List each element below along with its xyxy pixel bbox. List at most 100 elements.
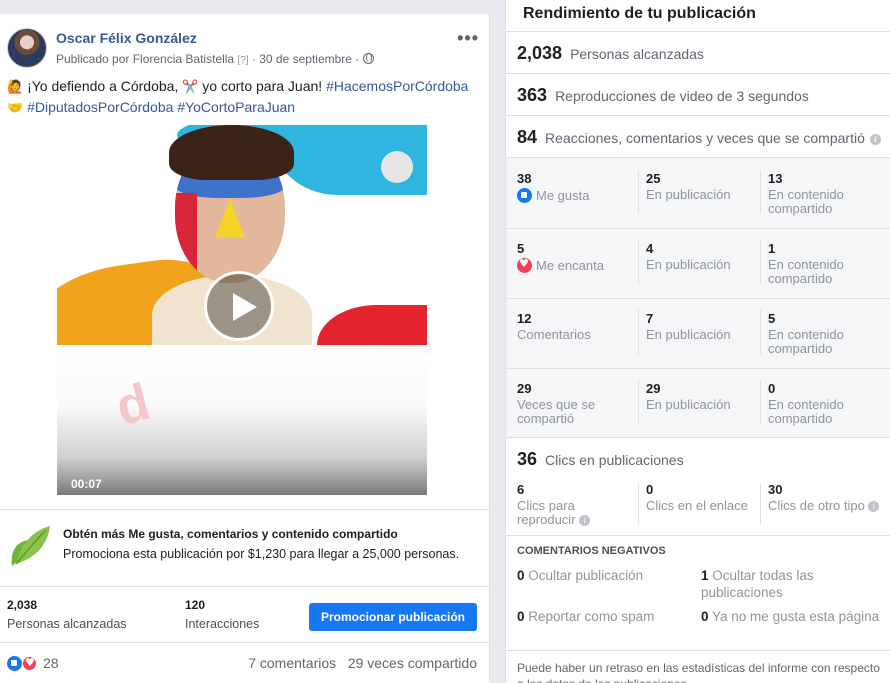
shares-count-link[interactable]: 29 veces compartido <box>348 655 477 671</box>
engagement-metric-label: Reacciones, comentarios y veces que se c… <box>545 130 865 146</box>
engagement-metric: 84 Reacciones, comentarios y veces que s… <box>517 127 881 148</box>
handshake-emoji-icon: 🤝 <box>7 100 24 115</box>
link-clicks: 0 Clics en el enlace <box>646 483 748 513</box>
likes-total: 38 Me gusta <box>517 172 589 203</box>
divider <box>760 170 761 214</box>
loves-on-shares: 1 En contenido compartido <box>768 242 878 286</box>
divider <box>506 368 890 369</box>
likes-shared-value: 13 <box>768 171 783 186</box>
leaf-icon <box>11 526 50 566</box>
likes-label: Me gusta <box>536 188 590 203</box>
reach-metric-label: Personas alcanzadas <box>570 46 704 62</box>
author-avatar[interactable] <box>7 28 47 68</box>
globe-icon <box>362 53 374 64</box>
on-post-label: En publicación <box>646 257 731 272</box>
on-post-label: En publicación <box>646 327 731 342</box>
shares-on-post: 29 En publicación <box>646 382 731 412</box>
post-card: Oscar Félix González Publicado por Flore… <box>0 14 490 683</box>
views-row: 363 Reproducciones de video de 3 segundo… <box>506 73 890 115</box>
report-spam-label: Reportar como spam <box>528 609 655 624</box>
comments-total-value: 12 <box>517 311 532 326</box>
shares-total-value: 29 <box>517 381 532 396</box>
more-options-icon[interactable]: ••• <box>457 28 479 49</box>
person-emoji-icon: 🙋 <box>7 79 24 94</box>
on-shares-label: En contenido compartido <box>768 257 844 286</box>
info-icon[interactable]: i <box>868 501 880 512</box>
help-link[interactable]: [?] <box>237 55 248 66</box>
divider <box>760 310 761 354</box>
on-shares-label: En contenido compartido <box>768 327 844 356</box>
other-clicks: 30 Clics de otro tipo i <box>768 483 886 513</box>
like-icon <box>517 188 532 203</box>
unlike-page-label: Ya no me gusta esta página <box>712 609 880 624</box>
promo-banner: Obtén más Me gusta, comentarios y conten… <box>0 509 489 589</box>
divider <box>638 310 639 354</box>
views-metric-label: Reproducciones de video de 3 segundos <box>555 88 809 104</box>
video-person-hair <box>169 125 294 180</box>
reactions-count[interactable]: 28 <box>43 655 59 671</box>
promote-post-button[interactable]: Promocionar publicación <box>309 603 477 631</box>
on-shares-label: En contenido compartido <box>768 397 844 426</box>
info-icon[interactable]: i <box>579 515 591 526</box>
reach-metric: 2,038 Personas alcanzadas <box>517 43 704 64</box>
reach-label: Personas alcanzadas <box>7 617 127 631</box>
love-reaction-icon[interactable] <box>22 656 37 671</box>
hashtag-link[interactable]: #HacemosPorCórdoba <box>326 78 468 94</box>
link-clicks-value: 0 <box>646 482 654 497</box>
like-reaction-icon[interactable] <box>7 656 22 671</box>
play-clicks-label: Clics para reproducir <box>517 498 576 527</box>
post-header: Oscar Félix González Publicado por Flore… <box>0 14 489 72</box>
divider <box>638 483 639 525</box>
divider <box>506 228 890 229</box>
link-clicks-label: Clics en el enlace <box>646 498 748 513</box>
love-icon <box>517 257 532 273</box>
delay-note: Puede haber un retraso en las estadístic… <box>517 661 880 683</box>
views-metric: 363 Reproducciones de video de 3 segundo… <box>517 85 809 106</box>
comments-on-post: 7 En publicación <box>646 312 731 342</box>
on-post-label: En publicación <box>646 397 731 412</box>
hide-post-value: 0 <box>517 568 525 583</box>
promo-subtitle: Promociona esta publicación por $1,230 p… <box>63 547 460 561</box>
loves-on-post: 4 En publicación <box>646 242 731 272</box>
other-clicks-label: Clics de otro tipo <box>768 498 865 513</box>
video-duration: 00:07 <box>71 477 102 491</box>
shares-on-post-value: 29 <box>646 381 661 396</box>
author-name[interactable]: Oscar Félix González <box>56 30 197 46</box>
scissors-emoji-icon: ✂️ <box>182 79 199 94</box>
unlike-page-value: 0 <box>701 609 709 624</box>
engagement-value: 84 <box>517 127 538 147</box>
comments-shared-value: 5 <box>768 311 776 326</box>
engagement-breakdown: 38 Me gusta 25 En publicación 13 En conteni… <box>506 157 890 437</box>
loves-on-post-value: 4 <box>646 241 654 256</box>
loves-total: 5 Me encanta <box>517 242 604 273</box>
clicks-value: 36 <box>517 449 538 469</box>
comments-count-link[interactable]: 7 comentarios <box>248 655 336 671</box>
hide-all-label: Ocultar todas las publicaciones <box>701 568 814 600</box>
divider <box>506 650 890 651</box>
video-player[interactable]: d 00:07 <box>57 125 427 495</box>
clicks-metric-label: Clics en publicaciones <box>545 452 684 468</box>
play-clicks: 6 Clics para reproducir i <box>517 483 632 527</box>
post-text-part: yo corto para Juan! <box>198 78 327 94</box>
post-date[interactable]: · 30 de septiembre · <box>249 52 363 66</box>
shares-shared-value: 0 <box>768 381 776 396</box>
comments-label: Comentarios <box>517 327 591 342</box>
hashtag-link[interactable]: #DiputadosPorCórdoba <box>27 99 173 115</box>
hide-all-value: 1 <box>701 568 709 583</box>
clicks-metric: 36 Clics en publicaciones <box>517 449 684 470</box>
info-icon[interactable]: i <box>869 134 881 145</box>
report-spam-value: 0 <box>517 609 525 624</box>
negative-feedback-title: COMENTARIOS NEGATIVOS <box>517 545 666 557</box>
publisher-label[interactable]: Publicado por Florencia Batistella <box>56 52 234 66</box>
divider <box>760 483 761 525</box>
play-icon[interactable] <box>204 271 274 341</box>
video-gradient <box>57 345 427 495</box>
hashtag-link[interactable]: #YoCortoParaJuan <box>177 99 295 115</box>
comments-total: 12 Comentarios <box>517 312 591 342</box>
post-stats-bar: 2,038 Personas alcanzadas 120 Interaccio… <box>0 586 489 642</box>
divider <box>638 240 639 284</box>
reach-row: 2,038 Personas alcanzadas <box>506 31 890 73</box>
divider <box>506 298 890 299</box>
unlike-page-stat: 0 Ya no me gusta esta página <box>701 608 881 625</box>
hide-post-label: Ocultar publicación <box>528 568 644 583</box>
